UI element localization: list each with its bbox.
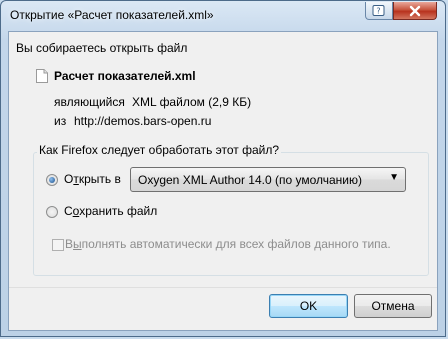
file-name: Расчет показателей.xml bbox=[54, 69, 196, 83]
help-icon: ? bbox=[372, 4, 385, 16]
intro-text: Вы собираетесь открыть файл bbox=[16, 41, 188, 55]
file-icon bbox=[36, 69, 48, 83]
save-file-radio[interactable] bbox=[46, 206, 58, 218]
ok-button[interactable]: OK bbox=[269, 294, 348, 318]
help-button[interactable]: ? bbox=[365, 2, 393, 20]
title-bar[interactable]: Открытие «Расчет показателей.xml» ? bbox=[1, 1, 445, 31]
auto-action-label-part: В bbox=[65, 237, 74, 251]
file-type-value: XML файлом (2,9 КБ) bbox=[132, 95, 252, 109]
application-select[interactable]: Oxygen XML Author 14.0 (по умолчанию) ▼ bbox=[130, 167, 406, 192]
close-icon bbox=[409, 5, 421, 16]
dialog-body: Вы собираетесь открыть файл Расчет показ… bbox=[8, 31, 438, 331]
open-with-label[interactable]: Открыть в bbox=[64, 172, 121, 186]
svg-text:?: ? bbox=[376, 6, 380, 15]
open-with-label-rest: крыть в bbox=[78, 172, 121, 186]
file-source-label: из bbox=[54, 114, 67, 128]
file-source-value: http://demos.bars-open.ru bbox=[74, 114, 212, 128]
application-select-value: Oxygen XML Author 14.0 (по умолчанию) bbox=[138, 173, 362, 187]
file-type-label: являющийся bbox=[54, 95, 125, 109]
save-file-label-part: С bbox=[64, 204, 73, 218]
save-file-label-rest: хранить файл bbox=[79, 204, 158, 218]
auto-action-checkbox[interactable] bbox=[52, 239, 64, 251]
auto-action-label[interactable]: Выполнять автоматически для всех файлов … bbox=[65, 237, 391, 251]
close-button[interactable] bbox=[393, 2, 437, 20]
open-with-radio[interactable] bbox=[46, 174, 58, 186]
auto-action-label-rest: полнять автоматически для всех файлов да… bbox=[81, 237, 391, 251]
window-title: Открытие «Расчет показателей.xml» bbox=[10, 8, 214, 22]
action-group-label: Как Firefox следует обработать этот файл… bbox=[37, 143, 282, 157]
dialog-window: Открытие «Расчет показателей.xml» ? Вы с… bbox=[0, 0, 446, 337]
open-with-label-part: О bbox=[64, 172, 74, 186]
cancel-button[interactable]: Отмена bbox=[354, 294, 432, 318]
save-file-label[interactable]: Сохранить файл bbox=[64, 204, 157, 218]
chevron-down-icon: ▼ bbox=[389, 172, 399, 183]
auto-action-accesskey: ы bbox=[73, 237, 82, 251]
